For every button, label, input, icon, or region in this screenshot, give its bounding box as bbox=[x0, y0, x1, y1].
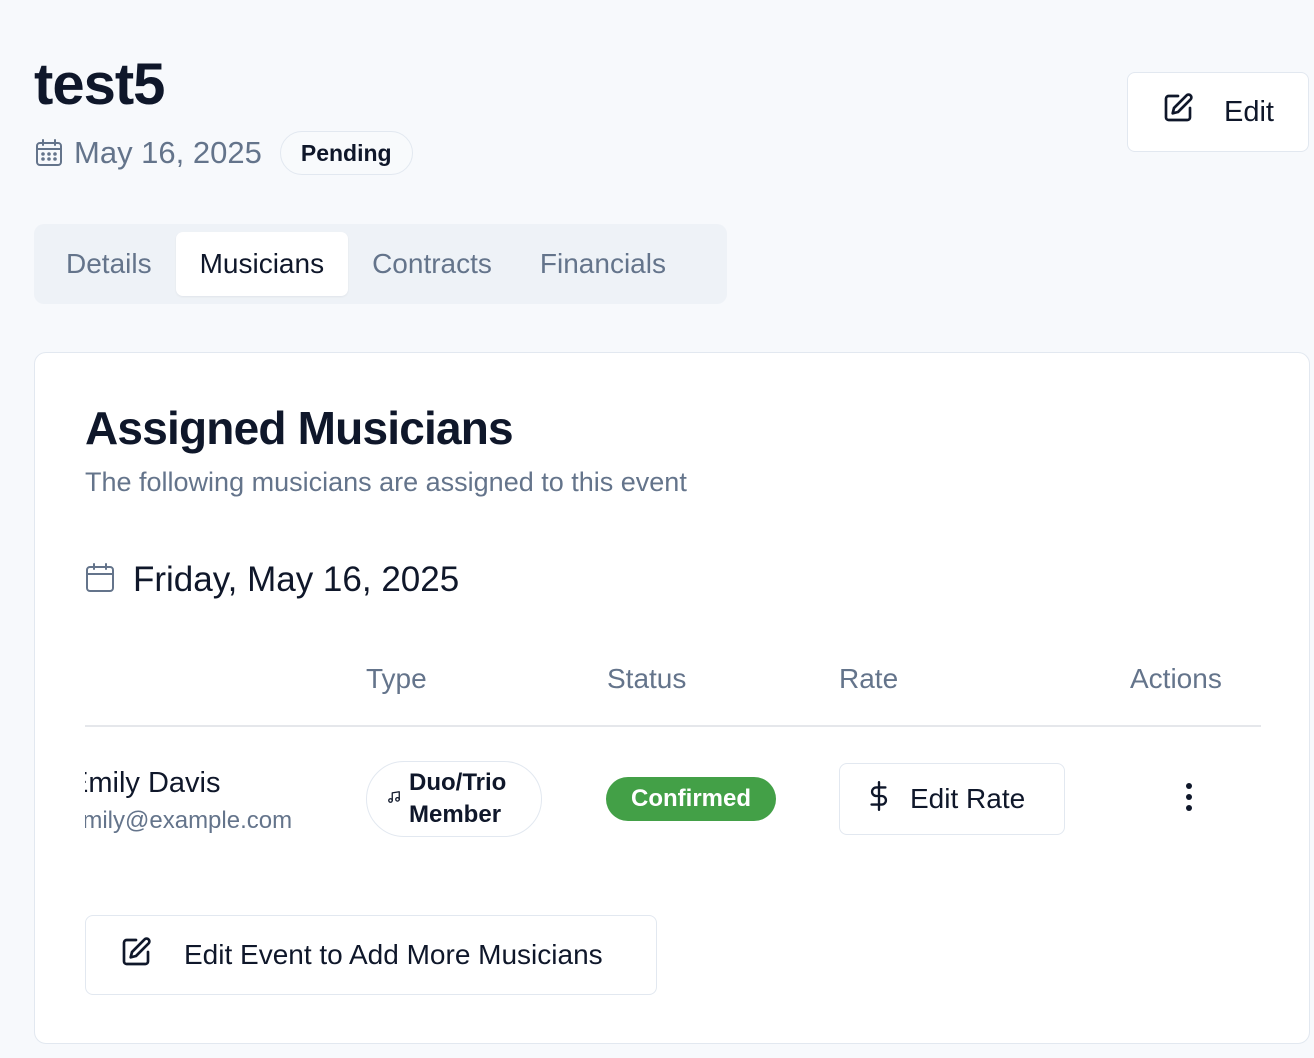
musician-email: emily@example.com bbox=[85, 807, 293, 834]
column-header-actions: Actions bbox=[1130, 663, 1222, 694]
tab-financials[interactable]: Financials bbox=[516, 232, 690, 296]
edit-button-label: Edit bbox=[1224, 95, 1274, 128]
tab-bar: Details Musicians Contracts Financials bbox=[34, 224, 727, 304]
calendar-icon bbox=[34, 138, 64, 168]
add-musicians-label: Edit Event to Add More Musicians bbox=[184, 939, 603, 970]
musicians-card: Assigned Musicians The following musicia… bbox=[34, 352, 1310, 1044]
type-label: Duo/Trio Member bbox=[409, 767, 506, 831]
add-musicians-button[interactable]: Edit Event to Add More Musicians bbox=[85, 915, 657, 995]
page-title: test5 bbox=[34, 52, 165, 117]
confirmed-badge: Confirmed bbox=[606, 777, 776, 821]
column-header-status: Status bbox=[607, 663, 687, 694]
type-label-line1: Duo/Trio bbox=[409, 769, 507, 796]
more-vertical-icon bbox=[1185, 782, 1193, 817]
music-note-icon bbox=[387, 790, 401, 809]
event-meta: May 16, 2025 Pending bbox=[34, 131, 413, 175]
edit-icon bbox=[120, 936, 152, 975]
edit-icon bbox=[1162, 92, 1194, 132]
tab-musicians[interactable]: Musicians bbox=[175, 232, 349, 296]
musician-name: Emily Davis bbox=[85, 767, 221, 799]
table-header-divider bbox=[85, 725, 1261, 727]
tab-details[interactable]: Details bbox=[42, 232, 176, 296]
card-title: Assigned Musicians bbox=[85, 402, 514, 454]
day-heading: Friday, May 16, 2025 bbox=[85, 557, 459, 603]
column-header-rate: Rate bbox=[839, 663, 899, 694]
type-label-line2: Member bbox=[409, 801, 502, 828]
day-label: Friday, May 16, 2025 bbox=[133, 560, 460, 599]
dollar-icon bbox=[866, 780, 892, 819]
calendar-icon bbox=[85, 562, 115, 599]
column-header-type: Type bbox=[366, 663, 427, 694]
tab-contracts[interactable]: Contracts bbox=[348, 232, 516, 296]
edit-rate-label: Edit Rate bbox=[910, 783, 1026, 814]
type-badge: Duo/Trio Member bbox=[366, 761, 542, 837]
event-date: May 16, 2025 bbox=[74, 135, 262, 170]
edit-button[interactable]: Edit bbox=[1127, 72, 1309, 152]
edit-rate-button[interactable]: Edit Rate bbox=[839, 763, 1065, 835]
status-badge: Pending bbox=[279, 131, 413, 175]
event-page: test5 May 16, 2025 Pending Edit Details … bbox=[0, 0, 1314, 1058]
card-subtitle: The following musicians are assigned to … bbox=[85, 467, 687, 497]
musicians-table[interactable]: an Type Status Rate Actions Emily Davis … bbox=[85, 643, 1261, 863]
more-actions-button[interactable] bbox=[1169, 771, 1209, 827]
